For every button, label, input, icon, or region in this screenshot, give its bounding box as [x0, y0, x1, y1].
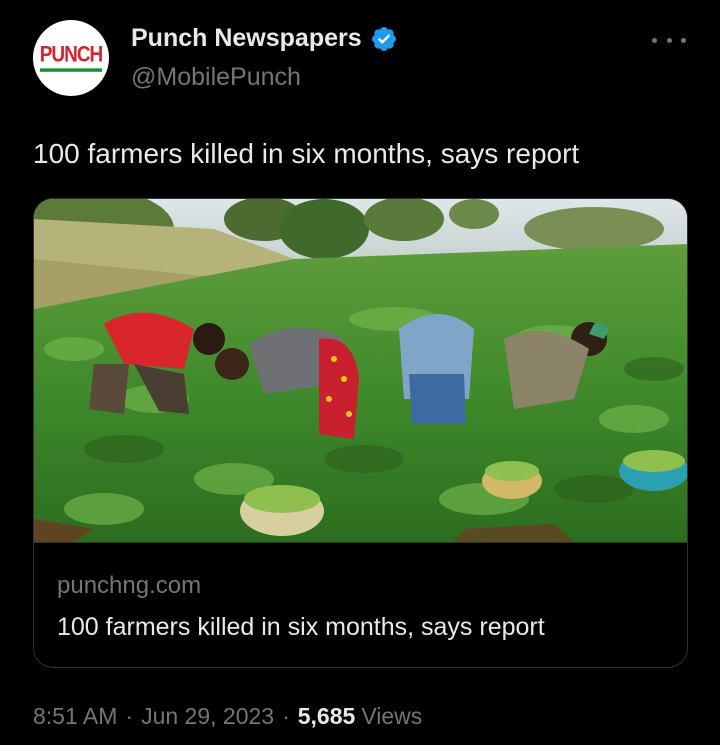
tweet: PUNCH Punch Newspapers @MobilePunch 100 … [0, 0, 720, 745]
punch-logo: PUNCH [39, 44, 103, 72]
card-title[interactable]: 100 farmers killed in six months, says r… [57, 611, 687, 643]
more-horizontal-icon [652, 37, 657, 43]
author-display-name[interactable]: Punch Newspapers [131, 24, 362, 53]
card-image-farmers [34, 199, 687, 542]
views-label: Views [361, 703, 423, 729]
views-count[interactable]: 5,685 [298, 703, 356, 730]
meta-separator: · [282, 703, 290, 729]
tweet-date[interactable]: Jun 29, 2023 [141, 703, 274, 730]
avatar[interactable]: PUNCH [33, 20, 109, 96]
meta-separator: · [125, 703, 134, 729]
card-domain[interactable]: punchng.com [57, 571, 687, 601]
tweet-time[interactable]: 8:51 AM [33, 703, 117, 730]
verified-badge-icon [371, 26, 396, 51]
card-meta: punchng.com 100 farmers killed in six mo… [34, 542, 687, 667]
author-handle[interactable]: @MobilePunch [131, 63, 301, 92]
author-name-row: Punch Newspapers [131, 24, 398, 53]
link-card[interactable]: punchng.com 100 farmers killed in six mo… [33, 198, 688, 668]
tweet-text: 100 farmers killed in six months, says r… [33, 138, 580, 169]
more-options-button[interactable] [652, 30, 686, 50]
tweet-meta-footer: 8:51 AM · Jun 29, 2023 · 5,685 Views [33, 703, 422, 730]
more-dot [666, 37, 672, 43]
more-dot [681, 37, 686, 43]
